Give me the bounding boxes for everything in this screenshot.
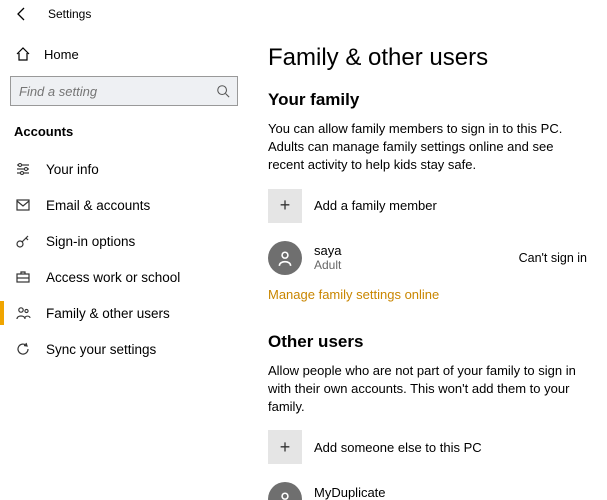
sidebar-item-label: Sync your settings: [46, 342, 156, 357]
family-description: You can allow family members to sign in …: [268, 120, 587, 175]
plus-icon: +: [268, 430, 302, 464]
search-input[interactable]: [10, 76, 238, 106]
other-users-heading: Other users: [268, 332, 587, 352]
home-label: Home: [44, 47, 79, 62]
sidebar-item-email-accounts[interactable]: Email & accounts: [0, 187, 238, 223]
sidebar-item-sync-settings[interactable]: Sync your settings: [0, 331, 238, 367]
add-other-user-button[interactable]: + Add someone else to this PC: [268, 430, 587, 464]
home-icon: [14, 46, 32, 62]
member-status: Can't sign in: [519, 251, 587, 265]
briefcase-icon: [14, 269, 32, 285]
home-button[interactable]: Home: [10, 38, 238, 70]
page-title: Family & other users: [268, 44, 587, 72]
family-member-row[interactable]: saya Adult Can't sign in: [268, 241, 587, 275]
sidebar-item-access-work-school[interactable]: Access work or school: [0, 259, 238, 295]
member-role: Adult: [314, 258, 341, 272]
people-icon: [14, 305, 32, 321]
add-family-label: Add a family member: [314, 198, 437, 213]
search-box[interactable]: [10, 76, 238, 106]
window-title: Settings: [48, 7, 91, 21]
sidebar-item-label: Sign-in options: [46, 234, 135, 249]
sync-icon: [14, 341, 32, 357]
sidebar-item-label: Family & other users: [46, 306, 170, 321]
sidebar-item-family-other-users[interactable]: Family & other users: [0, 295, 238, 331]
member-name: saya: [314, 243, 341, 258]
avatar-icon: [268, 241, 302, 275]
sidebar: Home Accounts Your info: [0, 28, 248, 500]
back-button[interactable]: [14, 6, 30, 22]
nav-list: Your info Email & accounts Sign-in optio…: [0, 151, 238, 367]
sidebar-item-label: Email & accounts: [46, 198, 150, 213]
member-name: MyDuplicate: [314, 485, 388, 500]
family-heading: Your family: [268, 90, 587, 110]
sidebar-item-signin-options[interactable]: Sign-in options: [0, 223, 238, 259]
mail-icon: [14, 197, 32, 213]
add-family-member-button[interactable]: + Add a family member: [268, 189, 587, 223]
plus-icon: +: [268, 189, 302, 223]
sidebar-item-your-info[interactable]: Your info: [0, 151, 238, 187]
main-content: Family & other users Your family You can…: [248, 28, 607, 500]
key-icon: [14, 233, 32, 249]
other-user-row[interactable]: MyDuplicate Local account: [268, 482, 587, 500]
avatar-icon: [268, 482, 302, 500]
add-other-label: Add someone else to this PC: [314, 440, 482, 455]
sidebar-item-label: Your info: [46, 162, 99, 177]
sliders-icon: [14, 161, 32, 177]
category-heading: Accounts: [10, 120, 238, 151]
other-users-description: Allow people who are not part of your fa…: [268, 362, 587, 417]
manage-family-link[interactable]: Manage family settings online: [268, 287, 439, 302]
sidebar-item-label: Access work or school: [46, 270, 180, 285]
titlebar: Settings: [0, 0, 607, 28]
